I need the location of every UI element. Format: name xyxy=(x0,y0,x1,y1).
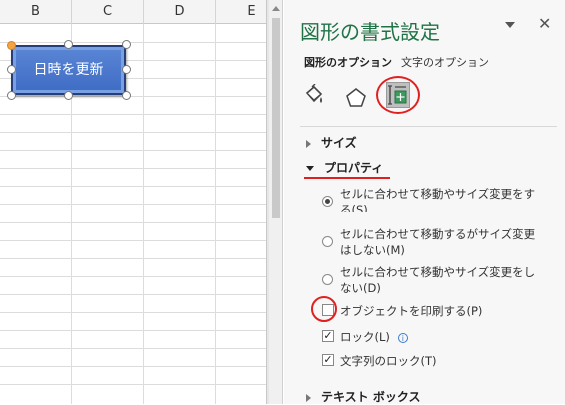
grid-line xyxy=(0,204,266,205)
grid-line xyxy=(0,96,266,97)
checkbox-label-wrap: ロック(L) i xyxy=(340,329,408,345)
column-header-row: B C D E xyxy=(0,0,266,24)
scroll-up-icon[interactable] xyxy=(272,6,280,11)
grid-line xyxy=(0,294,266,295)
resize-handle-right[interactable] xyxy=(122,65,131,74)
grid-line xyxy=(0,150,266,151)
divider xyxy=(300,126,557,127)
checkbox[interactable]: ✓ xyxy=(322,330,334,342)
radio-label: セルに合わせて移動するがサイズ変更はしない(M) xyxy=(340,227,536,257)
grid-line xyxy=(143,24,144,404)
grid-line xyxy=(0,366,266,367)
grid-line xyxy=(0,186,266,187)
fill-line-icon[interactable] xyxy=(302,84,326,108)
chevron-right-icon xyxy=(306,393,311,402)
highlight-underline-annotation xyxy=(304,177,390,179)
resize-handle-bottom-right[interactable] xyxy=(122,91,131,100)
resize-handle-bottom[interactable] xyxy=(64,91,73,100)
radio-label: セルに合わせて移動やサイズ変更をする(S) xyxy=(340,187,536,212)
grid-line xyxy=(0,222,266,223)
highlight-circle-annotation xyxy=(376,76,420,114)
grid-line xyxy=(215,24,216,404)
radio-label: セルに合わせて移動やサイズ変更をしない(D) xyxy=(340,265,536,295)
rotation-handle[interactable] xyxy=(7,41,16,50)
chevron-down-icon xyxy=(306,166,314,171)
tab-shape-options[interactable]: 図形のオプション xyxy=(304,54,392,70)
scrollbar-thumb[interactable] xyxy=(272,18,280,218)
resize-handle-bottom-left[interactable] xyxy=(7,91,16,100)
highlight-circle-annotation xyxy=(311,296,337,322)
grid-line xyxy=(0,276,266,277)
column-header-b[interactable]: B xyxy=(0,0,72,24)
chevron-right-icon xyxy=(306,139,311,148)
pane-title: 図形の書式設定 xyxy=(300,20,440,44)
section-properties[interactable]: プロパティ xyxy=(306,159,383,176)
section-size[interactable]: サイズ xyxy=(306,134,357,151)
info-icon[interactable]: i xyxy=(397,333,408,343)
resize-handle-top-right[interactable] xyxy=(122,40,131,49)
checkbox[interactable]: ✓ xyxy=(322,354,334,366)
pane-options-chevron-down-icon[interactable] xyxy=(505,22,515,28)
option-icon-row xyxy=(302,76,562,120)
worksheet-area[interactable]: B C D E 日時を更新 xyxy=(0,0,266,404)
grid-line xyxy=(0,348,266,349)
column-header-e[interactable]: E xyxy=(216,0,266,24)
column-header-d[interactable]: D xyxy=(144,0,216,24)
resize-handle-left[interactable] xyxy=(7,65,16,74)
grid-line xyxy=(0,168,266,169)
grid-line xyxy=(0,312,266,313)
radio-button[interactable] xyxy=(322,196,333,207)
section-size-label: サイズ xyxy=(321,136,357,150)
checkbox-label: ロック(L) xyxy=(340,330,390,344)
update-datetime-shape-button[interactable]: 日時を更新 xyxy=(11,45,126,95)
close-icon[interactable]: ✕ xyxy=(538,14,551,33)
grid-line xyxy=(0,258,266,259)
section-textbox[interactable]: テキスト ボックス xyxy=(306,388,420,405)
checkbox-label: オブジェクトを印刷する(P) xyxy=(340,304,483,318)
grid-line xyxy=(0,330,266,331)
section-properties-label: プロパティ xyxy=(324,161,384,175)
tab-text-options[interactable]: 文字のオプション xyxy=(401,54,489,70)
grid-line xyxy=(0,384,266,385)
resize-handle-top[interactable] xyxy=(64,40,73,49)
effects-pentagon-icon[interactable] xyxy=(344,86,368,110)
radio-button[interactable] xyxy=(322,236,333,247)
radio-button[interactable] xyxy=(322,274,333,285)
grid-line xyxy=(0,240,266,241)
grid-line xyxy=(0,114,266,115)
checkbox-label: 文字列のロック(T) xyxy=(340,354,437,368)
section-textbox-label: テキスト ボックス xyxy=(321,390,421,404)
grid-line xyxy=(0,132,266,133)
grid-line xyxy=(0,42,266,43)
column-header-c[interactable]: C xyxy=(72,0,144,24)
format-shape-pane: 図形の書式設定 ✕ 図形のオプション 文字のオプション サイズ プロパティ セル… xyxy=(284,0,565,404)
